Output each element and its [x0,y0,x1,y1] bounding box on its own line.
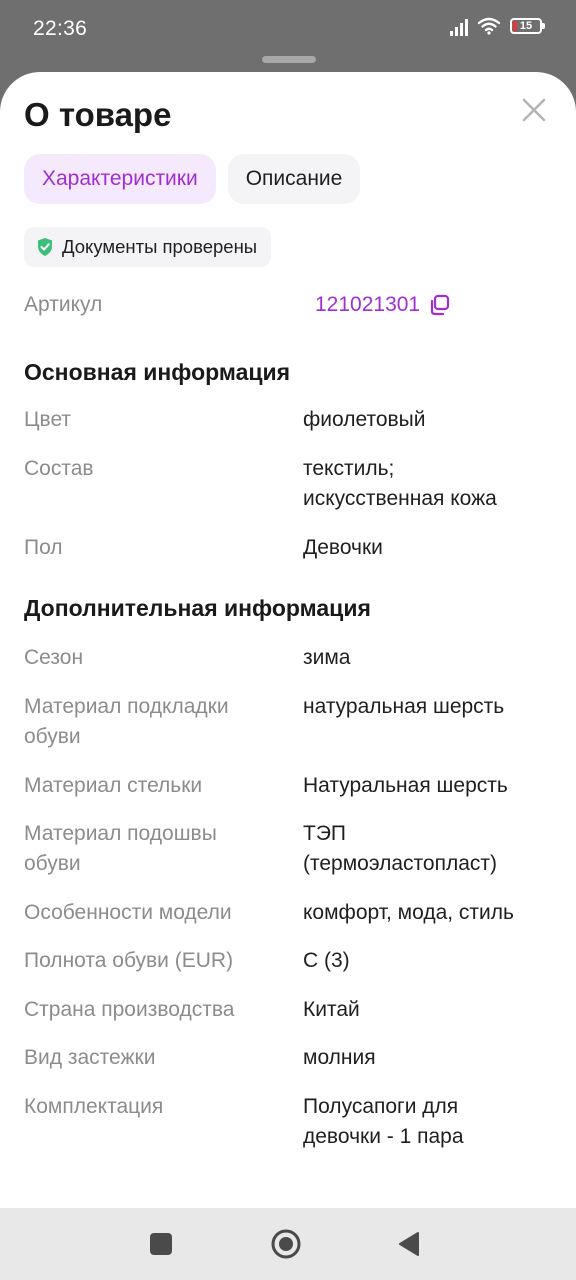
tab-description[interactable]: Описание [227,154,361,204]
stop-square-icon [150,1233,172,1255]
battery-level: 15 [519,20,533,32]
spec-value-composition-line2: искусственная кожа [303,487,497,510]
spec-label-fastener: Вид застежки [24,1046,156,1069]
signal-icon [450,16,468,36]
shield-check-icon [38,238,52,256]
spec-label-width: Полнота обуви (EUR) [24,949,234,972]
spec-label-sole-line1: Материал подошвы [24,822,217,845]
copy-icon [431,294,450,316]
spec-value-lining: натуральная шерсть [303,695,505,718]
spec-label-package: Комплектация [24,1095,164,1118]
spec-value-package-line2: девочки - 1 пара [303,1125,464,1148]
spec-value-insole: Натуральная шерсть [303,774,508,797]
sheet-drag-handle[interactable] [262,56,316,63]
spec-label-season: Сезон [24,646,84,669]
status-icons: 15 [450,16,545,36]
status-bar: 22:36 15 [0,0,576,56]
battery-icon: 15 [510,18,545,34]
spec-label-lining-line1: Материал подкладки [24,695,229,718]
close-button[interactable] [518,94,550,126]
spec-value-fastener: молния [303,1046,376,1069]
article-copy-button[interactable]: 121021301 [315,290,450,320]
spec-label-lining: Материал подкладки обуви [24,692,284,752]
spec-value-features: комфорт, мода, стиль [303,901,514,924]
status-time: 22:36 [33,17,88,40]
documents-verified-badge: Документы проверены [24,227,272,267]
spec-label-country: Страна производства [24,998,235,1021]
home-circle-icon [271,1229,301,1259]
home-button[interactable] [270,1228,302,1265]
extra-info-heading: Дополнительная информация [24,595,371,621]
spec-value-sole-line2: (термоэластопласт) [303,852,498,875]
spec-value-sole-line1: ТЭП [303,822,347,845]
tabs: Характеристики Описание [24,154,361,204]
documents-verified-label: Документы проверены [62,236,258,257]
close-icon [522,98,546,122]
tab-characteristics[interactable]: Характеристики [24,154,216,204]
article-label: Артикул [24,293,103,316]
spec-label-lining-line2: обуви [24,725,81,748]
main-info-heading: Основная информация [24,359,291,385]
spec-value-package-line1: Полусапоги для [303,1095,459,1118]
spec-value-width: C (3) [303,949,350,972]
back-button[interactable] [398,1231,420,1262]
spec-value-gender: Девочки [303,536,383,559]
spec-label-color: Цвет [24,408,72,431]
spec-label-features: Особенности модели [24,901,232,924]
system-nav-bar [0,1208,576,1280]
spec-value-composition: текстиль; искусственная кожа [303,454,553,514]
spec-value-color: фиолетовый [303,408,426,431]
back-triangle-icon [399,1232,419,1256]
spec-value-sole: ТЭП (термоэластопласт) [303,819,553,879]
spec-label-insole: Материал стельки [24,774,203,797]
spec-label-composition: Состав [24,457,94,480]
product-info-sheet: О товаре Характеристики Описание Докумен… [0,72,576,1208]
spec-label-sole-line2: обуви [24,852,81,875]
spec-label-sole: Материал подошвы обуви [24,819,284,879]
sheet-title: О товаре [24,96,172,133]
wifi-icon [477,17,501,35]
article-value: 121021301 [315,293,421,316]
spec-value-country: Китай [303,998,360,1021]
recents-button[interactable] [150,1233,172,1260]
spec-value-package: Полусапоги для девочки - 1 пара [303,1092,553,1152]
spec-value-season: зима [303,646,351,669]
spec-label-gender: Пол [24,536,63,559]
spec-value-composition-line1: текстиль; [303,457,395,480]
